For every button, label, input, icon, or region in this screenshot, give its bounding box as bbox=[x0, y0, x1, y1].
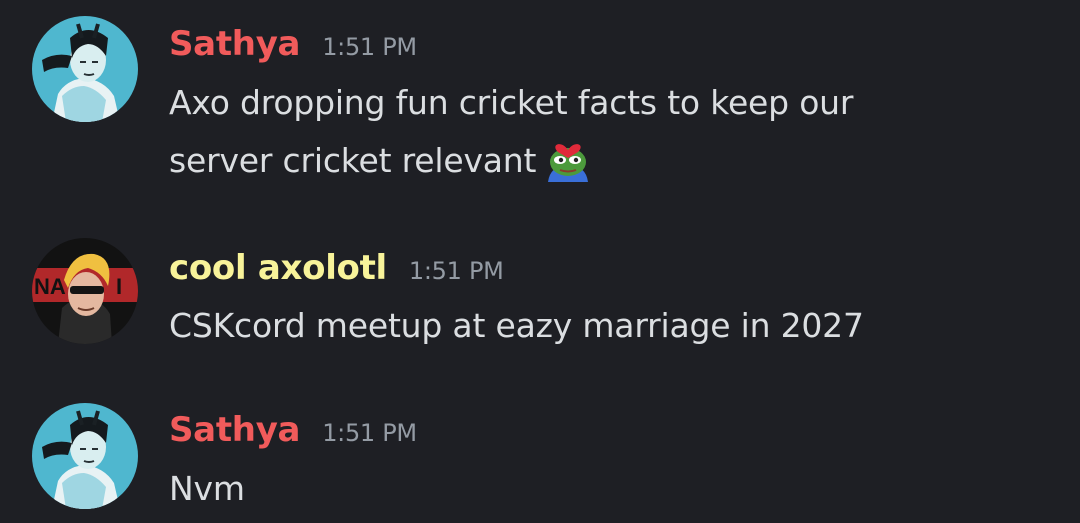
pepe-heart-emoji[interactable] bbox=[542, 132, 594, 184]
svg-text:I: I bbox=[116, 274, 122, 299]
message-text-line: server cricket relevant bbox=[169, 132, 1049, 190]
author-name[interactable]: Sathya bbox=[169, 24, 301, 64]
message-timestamp: 1:51 PM bbox=[408, 257, 504, 285]
avatar-sathya[interactable] bbox=[32, 16, 138, 122]
message-text: Nvm bbox=[169, 469, 245, 508]
author-name[interactable]: Sathya bbox=[169, 410, 301, 450]
message-item: Sathya 1:51 PM Nvm bbox=[0, 380, 1080, 523]
message-text: CSKcord meetup at eazy marriage in 2027 bbox=[169, 306, 864, 345]
message-item: NA I cool axolotl 1:51 PM CSKcord meetup… bbox=[0, 200, 1080, 370]
message-timestamp: 1:51 PM bbox=[322, 419, 417, 447]
message-content: Nvm bbox=[169, 460, 1049, 518]
avatar-image bbox=[32, 403, 138, 509]
avatar-image: NA I bbox=[32, 238, 138, 344]
message-text-line-2: server cricket relevant bbox=[169, 141, 537, 180]
avatar-image bbox=[32, 16, 138, 122]
svg-text:NA: NA bbox=[34, 274, 66, 299]
avatar-cool-axolotl[interactable]: NA I bbox=[32, 238, 138, 344]
message-content: CSKcord meetup at eazy marriage in 2027 bbox=[169, 297, 1049, 355]
author-name[interactable]: cool axolotl bbox=[169, 248, 387, 288]
avatar-sathya[interactable] bbox=[32, 403, 138, 509]
message-content: Axo dropping fun cricket facts to keep o… bbox=[169, 74, 1049, 190]
message-text-line: Axo dropping fun cricket facts to keep o… bbox=[169, 83, 854, 122]
message-item: Sathya 1:51 PM Axo dropping fun cricket … bbox=[0, 0, 1080, 200]
message-timestamp: 1:51 PM bbox=[322, 33, 417, 61]
